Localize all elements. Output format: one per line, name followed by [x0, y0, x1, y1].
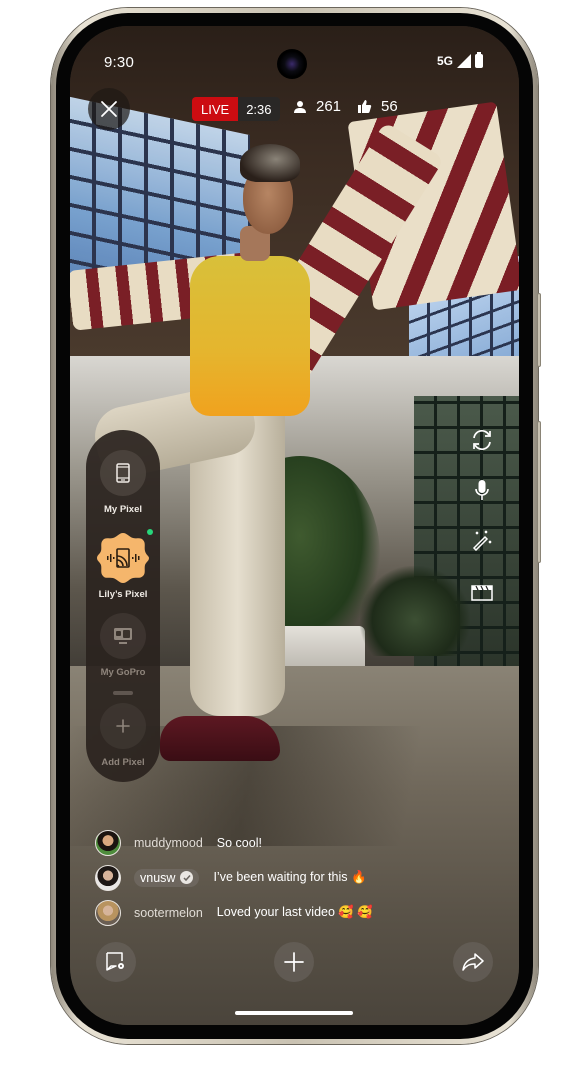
battery-icon	[475, 52, 483, 68]
thumbs-up-icon	[358, 100, 372, 113]
chat-settings-button[interactable]	[96, 942, 136, 982]
chat-username[interactable]: muddymood	[134, 836, 203, 850]
status-bar: 9:30 5G	[70, 26, 519, 96]
chat-text: Loved your last video 🥰 🥰	[216, 905, 373, 919]
add-button[interactable]	[274, 942, 314, 982]
network-label: 5G	[436, 54, 453, 68]
device-switcher: My Pixel Lily’s Pixel My GoPro Add Pixel	[86, 430, 160, 782]
chat-message: muddymood So cool!	[95, 825, 455, 860]
device-icon-circle	[100, 450, 146, 496]
chat-username-verified[interactable]: vnusw	[134, 868, 200, 887]
live-label: LIVE	[192, 97, 239, 121]
device-my-pixel[interactable]: My Pixel	[86, 450, 160, 515]
like-count-value: 56	[381, 98, 398, 115]
chat-message: sootermelon Loved your last video 🥰 🥰	[95, 895, 455, 930]
clock: 9:30	[104, 54, 134, 71]
live-chat: muddymood So cool! vnusw I’ve been waiti…	[95, 825, 455, 930]
home-indicator[interactable]	[235, 1011, 353, 1015]
like-count: 56	[357, 98, 398, 115]
device-label: My Pixel	[103, 504, 143, 515]
avatar[interactable]	[95, 829, 121, 856]
flip-camera-icon	[473, 429, 491, 451]
chat-settings-icon	[106, 952, 124, 971]
signal-icon	[457, 54, 471, 68]
chat-username[interactable]: sootermelon	[134, 906, 203, 920]
viewer-count-value: 261	[316, 98, 342, 115]
screen: 9:30 5G LIVE 2:36 261 56 My Pixel Lily’s…	[70, 26, 519, 1025]
live-duration: 2:36	[238, 97, 280, 121]
device-label: My GoPro	[100, 667, 146, 678]
chat-username: vnusw	[140, 870, 176, 885]
clapperboard-icon	[471, 585, 493, 601]
scene-shoe	[160, 716, 280, 761]
cast-icon	[107, 548, 140, 568]
viewer-count: 261	[293, 98, 341, 115]
system-icons: 5G	[436, 52, 483, 68]
scene-torso	[190, 256, 310, 416]
close-icon	[101, 101, 117, 117]
microphone-icon	[475, 480, 489, 500]
verified-icon	[180, 871, 194, 884]
device-icon-badge	[96, 531, 150, 585]
avatar[interactable]	[95, 864, 121, 891]
device-lilys-pixel[interactable]: Lily’s Pixel	[86, 531, 160, 600]
plus-icon	[284, 952, 304, 972]
scene-hair	[240, 144, 300, 182]
device-label: Lily’s Pixel	[98, 589, 148, 600]
chat-message: vnusw I’ve been waiting for this 🔥	[95, 860, 455, 895]
magic-wand-icon	[472, 530, 492, 551]
device-icon-circle	[100, 703, 146, 749]
phone-icon	[116, 463, 130, 483]
device-my-gopro[interactable]: My GoPro	[86, 613, 160, 678]
switcher-divider	[113, 691, 133, 695]
effects-button[interactable]	[468, 526, 496, 554]
front-camera	[277, 49, 307, 79]
microphone-button[interactable]	[468, 476, 496, 504]
gopro-icon	[114, 628, 132, 644]
flip-camera-button[interactable]	[468, 426, 496, 454]
chat-text: I’ve been waiting for this 🔥	[213, 870, 367, 884]
device-icon-circle	[100, 613, 146, 659]
device-label: Add Pixel	[101, 757, 145, 768]
share-button[interactable]	[453, 942, 493, 982]
person-icon	[294, 100, 306, 113]
avatar[interactable]	[95, 899, 121, 926]
chat-text: So cool!	[216, 835, 262, 850]
power-button	[537, 293, 541, 367]
plus-icon	[116, 719, 130, 733]
clapperboard-button[interactable]	[468, 579, 496, 607]
share-icon	[462, 953, 484, 971]
scene-plant	[360, 566, 470, 656]
volume-button	[537, 421, 541, 563]
live-badge: LIVE 2:36	[192, 97, 280, 121]
add-pixel-button[interactable]: Add Pixel	[86, 703, 160, 768]
online-status-dot	[147, 529, 153, 535]
close-button[interactable]	[88, 88, 130, 130]
